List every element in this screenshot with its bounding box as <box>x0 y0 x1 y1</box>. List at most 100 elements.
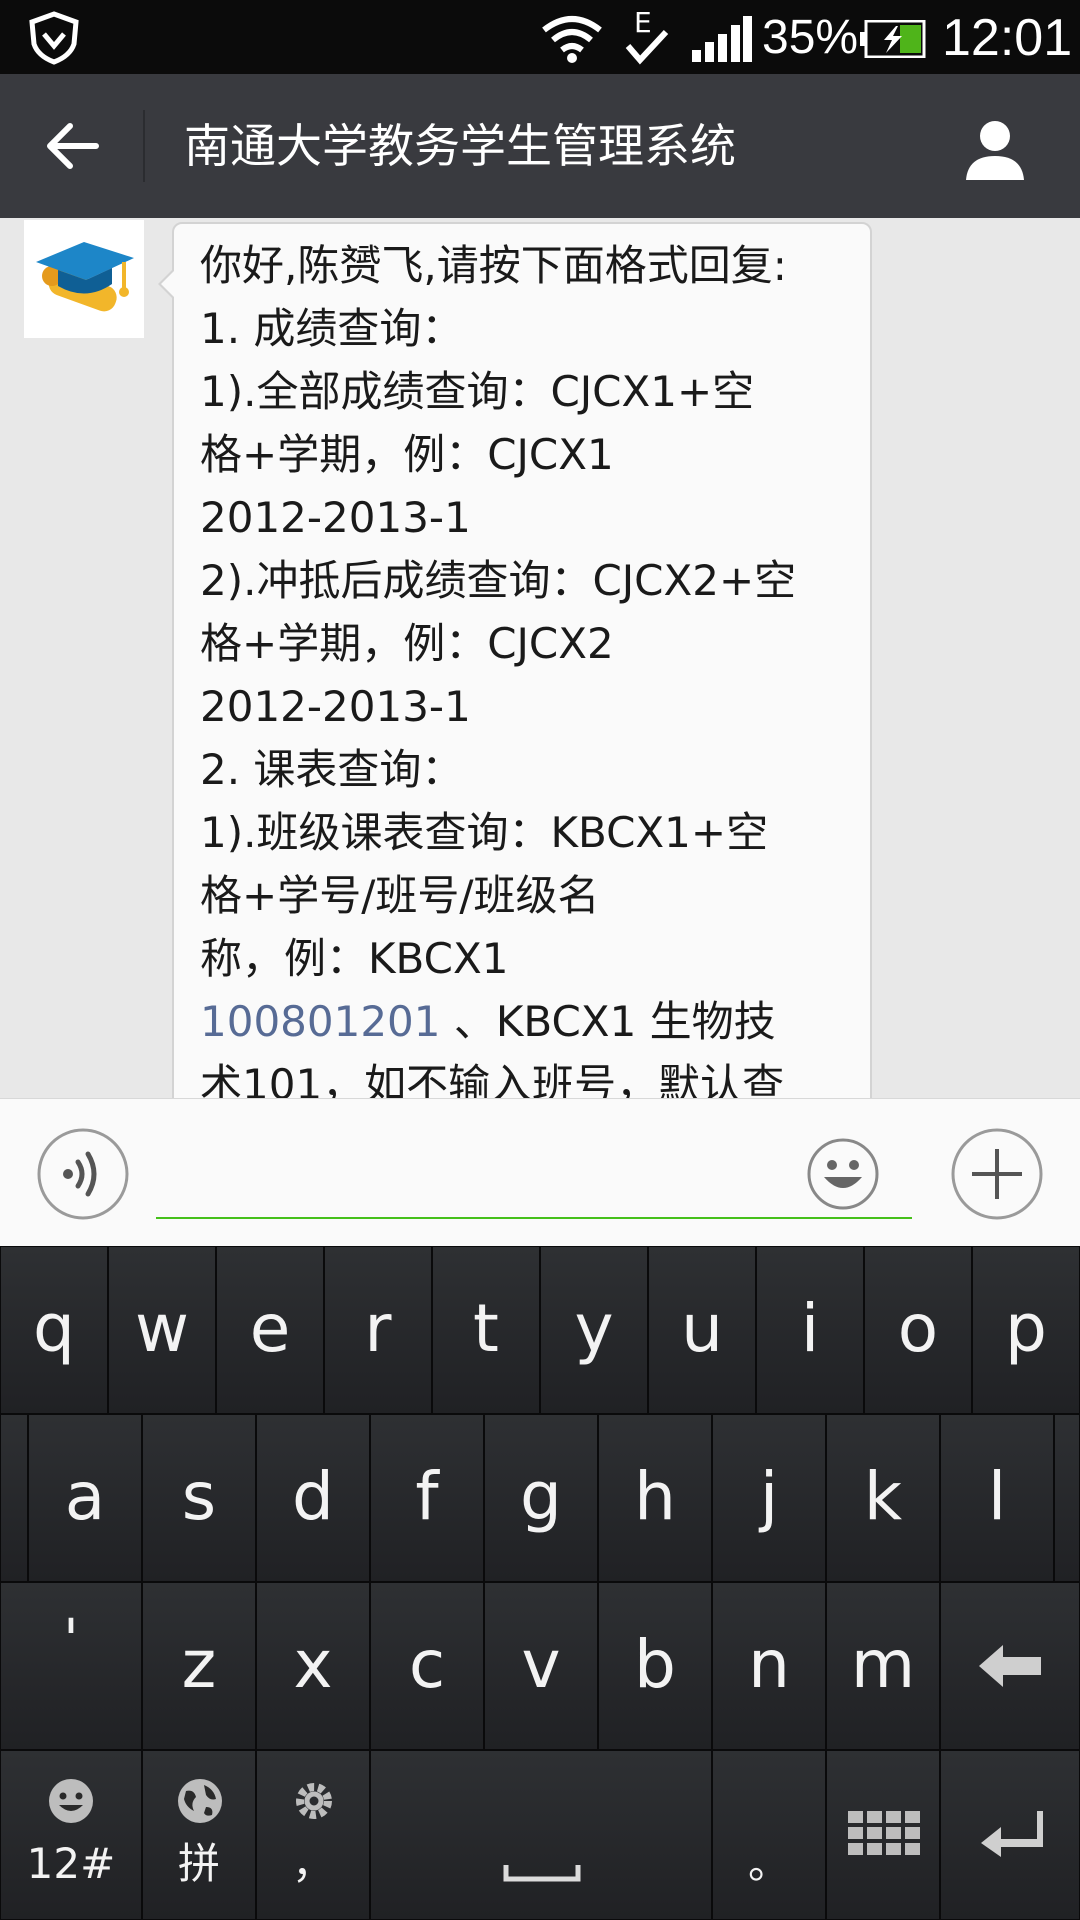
voice-button[interactable] <box>36 1127 130 1221</box>
shield-icon <box>29 11 79 65</box>
message-line: 1).全部成绩查询：CJCX1+空 <box>200 367 755 416</box>
key-m-label: m <box>850 1626 916 1703</box>
key-e-label: e <box>249 1290 291 1367</box>
keyboard: q w e r t y u i o p a s d f g h j k l ' z x c v b n m 12# 拼 ， 。 <box>0 1246 1080 1920</box>
key-l[interactable]: l <box>940 1414 1054 1582</box>
key-h[interactable]: h <box>598 1414 712 1582</box>
page-title: 南通大学教务学生管理系统 <box>184 119 736 173</box>
key-n-label: n <box>748 1626 790 1703</box>
avatar[interactable] <box>24 220 144 338</box>
key-f-label: f <box>415 1458 439 1535</box>
key-spacer-right[interactable] <box>1054 1414 1080 1582</box>
chat-header: 南通大学教务学生管理系统 <box>0 74 1080 218</box>
enter-key[interactable] <box>940 1750 1080 1920</box>
key-x-label: x <box>293 1626 333 1703</box>
key-c[interactable]: c <box>370 1582 484 1750</box>
signal-icon <box>692 16 752 62</box>
key-g[interactable]: g <box>484 1414 598 1582</box>
e-network-icon: E <box>625 6 669 65</box>
back-button[interactable] <box>38 110 110 182</box>
key-d[interactable]: d <box>256 1414 370 1582</box>
person-icon[interactable] <box>960 112 1030 182</box>
layout-key[interactable] <box>826 1750 940 1920</box>
emoji-key-icon <box>49 1779 93 1823</box>
message-line: 称，例：KBCX1 <box>200 934 509 983</box>
key-s[interactable]: s <box>142 1414 256 1582</box>
key-t[interactable]: t <box>432 1246 540 1414</box>
chat-area[interactable]: 你好,陈赟飞,请按下面格式回复: 1. 成绩查询： 1).全部成绩查询：CJCX1+… <box>0 218 1080 1098</box>
bubble-tail-inner <box>161 270 175 298</box>
key-k-label: k <box>863 1458 903 1535</box>
key-i-label: i <box>800 1290 820 1367</box>
input-bar <box>0 1098 1080 1247</box>
comma-key[interactable]: ， <box>256 1750 370 1920</box>
key-k[interactable]: k <box>826 1414 940 1582</box>
key-l-label: l <box>987 1458 1007 1535</box>
keyboard-layout-icon <box>848 1811 920 1855</box>
key-r[interactable]: r <box>324 1246 432 1414</box>
message-line: 2).冲抵后成绩查询：CJCX2+空 <box>200 556 797 605</box>
clock: 12:01 <box>942 9 1073 67</box>
graduation-cap-icon <box>36 242 134 312</box>
space-icon <box>503 1865 581 1882</box>
key-q[interactable]: q <box>0 1246 108 1414</box>
space-key[interactable] <box>370 1750 712 1920</box>
key-z[interactable]: z <box>142 1582 256 1750</box>
key-o[interactable]: o <box>864 1246 972 1414</box>
key-i[interactable]: i <box>756 1246 864 1414</box>
enter-icon <box>981 1811 1043 1857</box>
message-input[interactable] <box>156 1135 912 1219</box>
message-line: 2012-2013-1 <box>200 682 471 731</box>
key-apostrophe[interactable]: ' <box>0 1582 142 1750</box>
key-v[interactable]: v <box>484 1582 598 1750</box>
battery-percent: 35% <box>762 11 859 64</box>
message-line: 你好,陈赟飞,请按下面格式回复: <box>200 241 787 290</box>
key-p[interactable]: p <box>972 1246 1080 1414</box>
key-g-label: g <box>520 1458 562 1535</box>
message-line: 术101，如不输入班号，默认查 <box>200 1060 785 1098</box>
emoji-icon[interactable] <box>806 1137 880 1211</box>
key-d-label: d <box>292 1458 334 1535</box>
backspace-key[interactable] <box>940 1582 1080 1750</box>
message-line: 1).班级课表查询：KBCX1+空 <box>200 808 769 857</box>
key-o-label: o <box>897 1290 939 1367</box>
svg-text:E: E <box>634 6 652 39</box>
symbols-key[interactable]: 12# <box>0 1750 142 1920</box>
status-bar: E 35% 12:01 <box>0 0 1080 74</box>
class-number-link[interactable]: 100801201 <box>200 997 441 1046</box>
message-line: 2012-2013-1 <box>200 493 471 542</box>
key-u[interactable]: u <box>648 1246 756 1414</box>
period-key[interactable]: 。 <box>712 1750 826 1920</box>
key-m[interactable]: m <box>826 1582 940 1750</box>
key-v-label: v <box>521 1626 561 1703</box>
key-f[interactable]: f <box>370 1414 484 1582</box>
key-a-label: a <box>64 1458 106 1535</box>
pinyin-key[interactable]: 拼 <box>142 1750 256 1920</box>
key-r-label: r <box>364 1290 392 1367</box>
key-p-label: p <box>1005 1290 1047 1367</box>
message-line: 格+学号/班号/班级名 <box>200 871 600 920</box>
key-y-label: y <box>574 1290 614 1367</box>
message-line: 格+学期，例：CJCX2 <box>200 619 614 668</box>
message-line: 2. 课表查询： <box>200 745 464 794</box>
key-q-label: q <box>33 1290 75 1367</box>
pinyin-label: 拼 <box>177 1839 220 1888</box>
key-y[interactable]: y <box>540 1246 648 1414</box>
key-apostrophe-label: ' <box>63 1608 79 1673</box>
key-a[interactable]: a <box>28 1414 142 1582</box>
key-w[interactable]: w <box>108 1246 216 1414</box>
key-spacer-left[interactable] <box>0 1414 28 1582</box>
comma-label: ， <box>291 1839 334 1888</box>
key-t-label: t <box>473 1290 499 1367</box>
message-line: 格+学期，例：CJCX1 <box>200 430 614 479</box>
key-j[interactable]: j <box>712 1414 826 1582</box>
key-e[interactable]: e <box>216 1246 324 1414</box>
message-line: 100801201 、KBCX1 生物技 <box>200 990 860 1053</box>
key-n[interactable]: n <box>712 1582 826 1750</box>
period-label: 。 <box>747 1839 790 1888</box>
key-b[interactable]: b <box>598 1582 712 1750</box>
key-x[interactable]: x <box>256 1582 370 1750</box>
header-divider <box>143 110 145 182</box>
backspace-icon <box>979 1645 1041 1687</box>
plus-icon[interactable] <box>950 1127 1044 1221</box>
